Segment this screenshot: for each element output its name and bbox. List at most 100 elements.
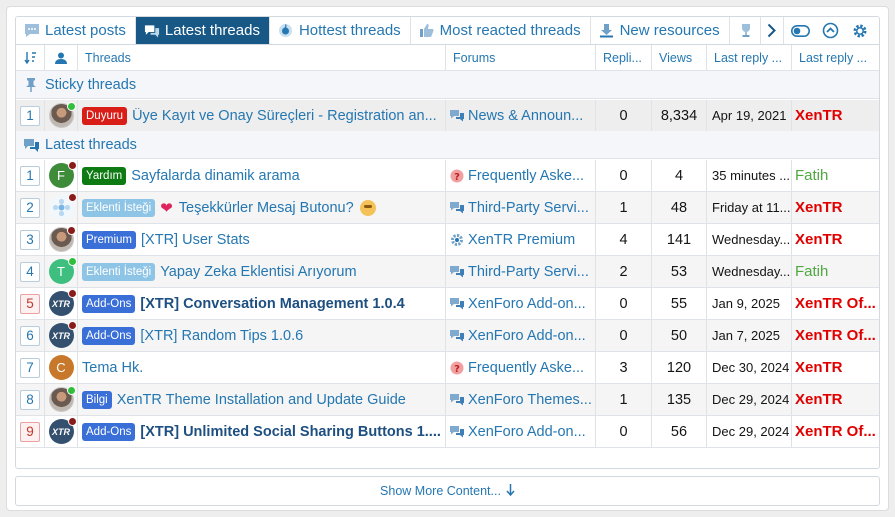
last-reply-date[interactable]: Dec 29, 2024 xyxy=(707,416,792,447)
threads-widget: Latest posts Latest threads Hottest thread… xyxy=(15,16,880,469)
table-row: 4 T Eklenti İsteği Yapay Zeka Eklentisi Arı… xyxy=(16,256,879,288)
thread-prefix-badge[interactable]: Eklenti İsteği xyxy=(82,262,156,281)
toggle-icon[interactable] xyxy=(785,17,815,44)
forum-cell: XenForo Add-on... xyxy=(446,288,596,319)
forum-link[interactable]: XenTR Premium xyxy=(468,232,575,248)
avatar[interactable] xyxy=(48,193,77,220)
avatar[interactable]: T xyxy=(48,257,77,284)
thread-title-link[interactable]: Sayfalarda dinamik arama xyxy=(131,168,299,184)
thread-prefix-badge[interactable]: Yardım xyxy=(82,166,127,185)
tab-scroll-right-button[interactable] xyxy=(759,17,784,44)
settings-gear-icon[interactable] xyxy=(845,17,875,44)
question-icon: ? xyxy=(449,361,465,375)
forum-cell: XenForo Add-on... xyxy=(446,416,596,447)
row-number-cell: 2 xyxy=(16,192,45,223)
tab-latest-threads[interactable]: Latest threads xyxy=(135,17,270,44)
tab-partial[interactable] xyxy=(730,17,760,44)
sort-order-icon[interactable] xyxy=(16,45,45,70)
last-reply-user[interactable]: XenTR xyxy=(792,352,879,383)
avatar[interactable]: F xyxy=(48,161,77,188)
thread-title-link[interactable]: Teşekkürler Mesaj Butonu? xyxy=(179,200,354,216)
avatar[interactable] xyxy=(48,386,76,412)
tab-new-resources[interactable]: New resources xyxy=(591,17,730,44)
thread-title-cell: Add-Ons [XTR] Unlimited Social Sharing Bu… xyxy=(78,416,446,447)
forum-link[interactable]: XenForo Add-on... xyxy=(468,296,586,312)
thread-prefix-badge[interactable]: Eklenti İsteği xyxy=(82,198,156,217)
forum-link[interactable]: XenForo Themes... xyxy=(468,392,592,408)
last-reply-user[interactable]: XenTR Of... xyxy=(792,416,879,447)
user-column-icon[interactable] xyxy=(45,45,78,70)
tab-label: Latest threads xyxy=(164,22,260,39)
views-column-header[interactable]: Views xyxy=(652,45,707,70)
last-reply-date[interactable]: Wednesday... xyxy=(707,224,792,255)
last-reply-date[interactable]: Dec 30, 2024 xyxy=(707,352,792,383)
avatar[interactable]: C xyxy=(48,355,74,380)
forum-link[interactable]: XenForo Add-on... xyxy=(468,424,586,440)
last-reply-date[interactable]: Apr 19, 2021 xyxy=(707,100,792,131)
row-number-cell: 9 xyxy=(16,416,45,447)
thread-prefix-badge[interactable]: Add-Ons xyxy=(82,326,136,345)
tab-latest-posts[interactable]: Latest posts xyxy=(16,17,136,44)
forum-cell: ? Frequently Aske... xyxy=(446,160,596,191)
last-reply-date-column-header[interactable]: Last reply ... xyxy=(707,45,792,70)
last-reply-date[interactable]: Jan 9, 2025 xyxy=(707,288,792,319)
row-number-cell: 3 xyxy=(16,224,45,255)
svg-text:?: ? xyxy=(454,364,460,375)
forums-column-header[interactable]: Forums xyxy=(446,45,596,70)
thread-prefix-badge[interactable]: Add-Ons xyxy=(82,294,136,313)
thread-title-link[interactable]: Tema Hk. xyxy=(82,360,143,376)
show-more-button[interactable]: Show More Content... xyxy=(15,476,880,506)
thread-title-link[interactable]: [XTR] User Stats xyxy=(141,232,250,248)
last-reply-user[interactable]: XenTR xyxy=(792,192,879,223)
thread-title-cell: Tema Hk. xyxy=(78,352,446,383)
last-reply-date[interactable]: Jan 7, 2025 xyxy=(707,320,792,351)
avatar[interactable]: XTR xyxy=(48,289,77,316)
last-reply-date[interactable]: Wednesday... xyxy=(707,256,792,287)
views-count: 141 xyxy=(652,224,707,255)
replies-column-header[interactable]: Repli... xyxy=(596,45,652,70)
last-reply-user[interactable]: Fatih xyxy=(792,256,879,287)
last-reply-user[interactable]: Fatih xyxy=(792,160,879,191)
last-reply-user[interactable]: XenTR xyxy=(792,384,879,415)
forum-cell: ? Frequently Aske... xyxy=(446,352,596,383)
thread-title-link[interactable]: XenTR Theme Installation and Update Guid… xyxy=(117,392,406,408)
last-reply-user[interactable]: XenTR xyxy=(792,100,879,131)
last-reply-date[interactable]: Friday at 11... xyxy=(707,192,792,223)
thread-prefix-badge[interactable]: Bilgi xyxy=(82,390,112,409)
tab-hottest-threads[interactable]: Hottest threads xyxy=(270,17,411,44)
last-reply-date[interactable]: 35 minutes ... xyxy=(707,160,792,191)
forum-link[interactable]: Third-Party Servi... xyxy=(468,200,589,216)
thread-prefix-badge[interactable]: Add-Ons xyxy=(82,422,136,441)
thread-title-link[interactable]: [XTR] Random Tips 1.0.6 xyxy=(140,328,303,344)
thread-prefix-badge[interactable]: Premium xyxy=(82,230,137,249)
last-reply-user[interactable]: XenTR xyxy=(792,224,879,255)
forum-link[interactable]: News & Announ... xyxy=(468,108,583,124)
table-row: 1 F Yardım Sayfalarda dinamik arama? Frequen… xyxy=(16,160,879,192)
last-reply-user-column-header[interactable]: Last reply ... xyxy=(792,45,879,70)
threads-column-header[interactable]: Threads xyxy=(78,45,446,70)
thread-title-link[interactable]: [XTR] Conversation Management 1.0.4 xyxy=(140,296,404,312)
last-reply-date[interactable]: Dec 29, 2024 xyxy=(707,384,792,415)
arrow-down-icon xyxy=(506,483,515,499)
collapse-icon[interactable] xyxy=(815,17,845,44)
table-row: 2 Eklenti İsteği ❤ Teşekkürler Mesaj Butonu… xyxy=(16,192,879,224)
views-count: 4 xyxy=(652,160,707,191)
avatar[interactable] xyxy=(48,226,76,252)
avatar[interactable]: XTR xyxy=(48,417,77,444)
forum-link[interactable]: XenForo Add-on... xyxy=(468,328,586,344)
thread-title-link[interactable]: [XTR] Unlimited Social Sharing Buttons 1… xyxy=(140,424,441,440)
thread-title-link[interactable]: Yapay Zeka Eklentisi Arıyorum xyxy=(160,264,356,280)
latest-threads-section: Latest threads xyxy=(16,131,879,159)
avatar[interactable]: XTR xyxy=(48,321,77,348)
forum-link[interactable]: Frequently Aske... xyxy=(468,168,584,184)
thread-prefix-badge[interactable]: Duyuru xyxy=(82,106,128,125)
last-reply-user[interactable]: XenTR Of... xyxy=(792,320,879,351)
last-reply-user[interactable]: XenTR Of... xyxy=(792,288,879,319)
forum-link[interactable]: Frequently Aske... xyxy=(468,360,584,376)
row-number: 4 xyxy=(20,261,40,282)
forum-link[interactable]: Third-Party Servi... xyxy=(468,264,589,280)
tab-most-reacted-threads[interactable]: Most reacted threads xyxy=(411,17,591,44)
thinking-emoji-icon xyxy=(359,199,376,216)
thread-title-link[interactable]: Üye Kayıt ve Onay Süreçleri - Registrati… xyxy=(132,108,437,124)
avatar[interactable] xyxy=(48,102,76,128)
